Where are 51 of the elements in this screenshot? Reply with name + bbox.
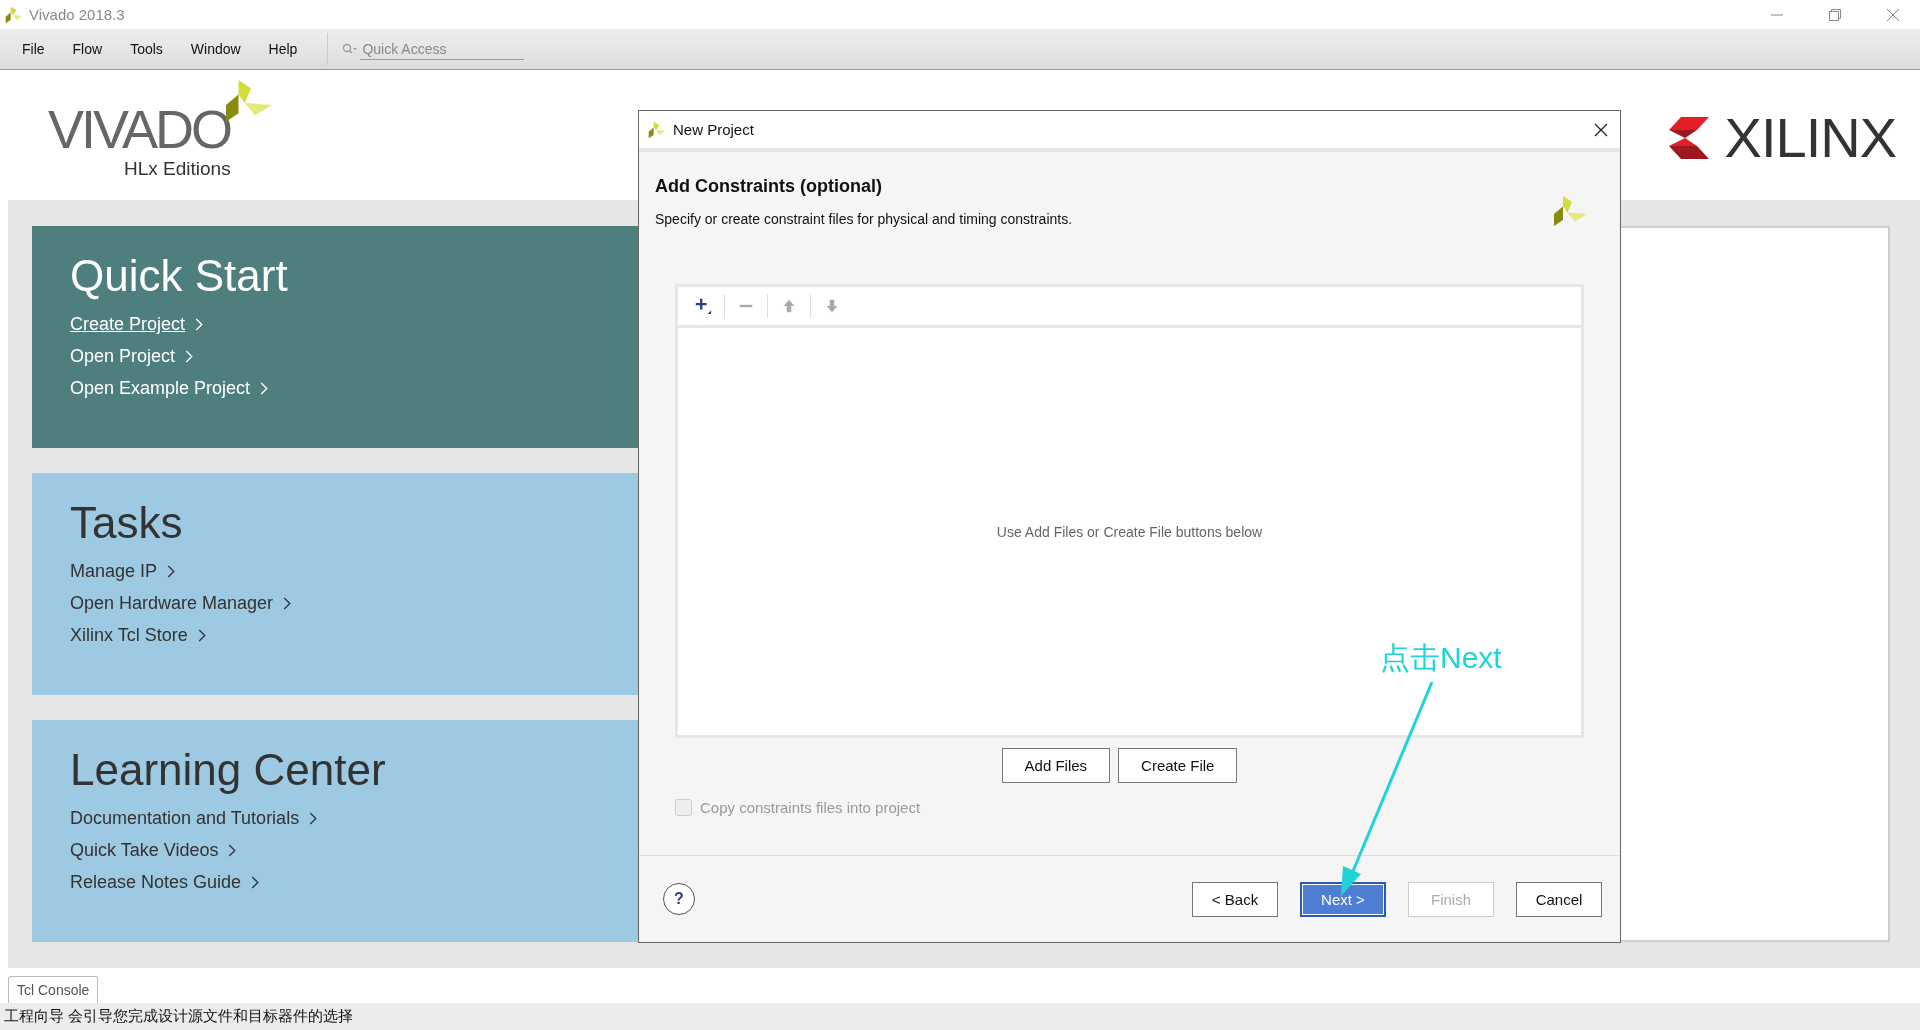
chevron-icon [228,844,237,858]
chevron-icon [309,812,318,826]
app-logo-icon [647,119,667,140]
panel-link[interactable]: Open Example Project [70,378,251,400]
panel-link[interactable]: Create Project [70,314,186,336]
help-button[interactable]: ? [663,883,695,915]
menu-item[interactable]: File [22,41,45,57]
menu-item[interactable]: Help [268,41,298,57]
checkbox-label: Copy constraints files into project [700,799,921,816]
panel-link[interactable]: Open Hardware Manager [70,593,274,615]
search-icon [342,43,359,55]
chevron-icon [185,350,194,364]
chevron-icon [283,597,292,611]
dialog-title: New Project [673,121,754,138]
panel-link[interactable]: Documentation and Tutorials [70,808,300,830]
empty-message: Use Add Files or Create File buttons below [996,523,1263,540]
status-text: 工程向导 会引导您完成设计源文件和目标器件的选择 [4,1007,354,1026]
panel-title: Tasks [70,499,183,548]
chevron-icon [195,318,204,332]
chevron-icon [260,382,269,396]
panel-title: Learning Center [70,746,386,795]
xilinx-logo-text: XILINX [1724,110,1896,166]
annotation-text: 点击Next [1380,640,1502,676]
app-logo-icon [4,4,24,25]
panel-title: Quick Start [70,252,288,301]
chevron-icon [167,565,176,579]
panel-link[interactable]: Open Project [70,346,176,368]
page-heading: Add Constraints (optional) [655,176,883,197]
dialog-button[interactable]: Cancel [1516,881,1602,917]
panel-link[interactable]: Release Notes Guide [70,872,242,894]
menu-item[interactable]: Tools [130,41,163,57]
menu-item[interactable]: Flow [72,41,103,57]
console-tab[interactable]: Tcl Console [8,976,99,1003]
vivado-logo-text: VIVADO [48,102,231,156]
panel-link[interactable]: Xilinx Tcl Store [70,625,188,647]
panel-link[interactable]: Manage IP [70,561,158,583]
menu-item[interactable]: Window [190,41,241,57]
dialog-button[interactable]: Next > [1300,881,1386,917]
file-button[interactable]: Add Files [1001,748,1111,783]
restore-icon[interactable] [1828,7,1842,22]
chevron-icon [251,876,260,890]
xilinx-logo-icon [1668,117,1709,159]
dialog-button[interactable]: < Back [1192,881,1278,917]
window-title: Vivado 2018.3 [29,6,125,23]
file-button[interactable]: Create File [1118,748,1238,783]
quick-access-field[interactable]: Quick Access [327,33,525,65]
page-description: Specify or create constraint files for physical and timing constraints. [655,211,1073,227]
edition-label: HLx Editions [124,158,232,180]
chevron-icon [197,629,206,643]
close-icon[interactable] [1594,122,1608,137]
panel-link[interactable]: Quick Take Videos [70,840,219,862]
